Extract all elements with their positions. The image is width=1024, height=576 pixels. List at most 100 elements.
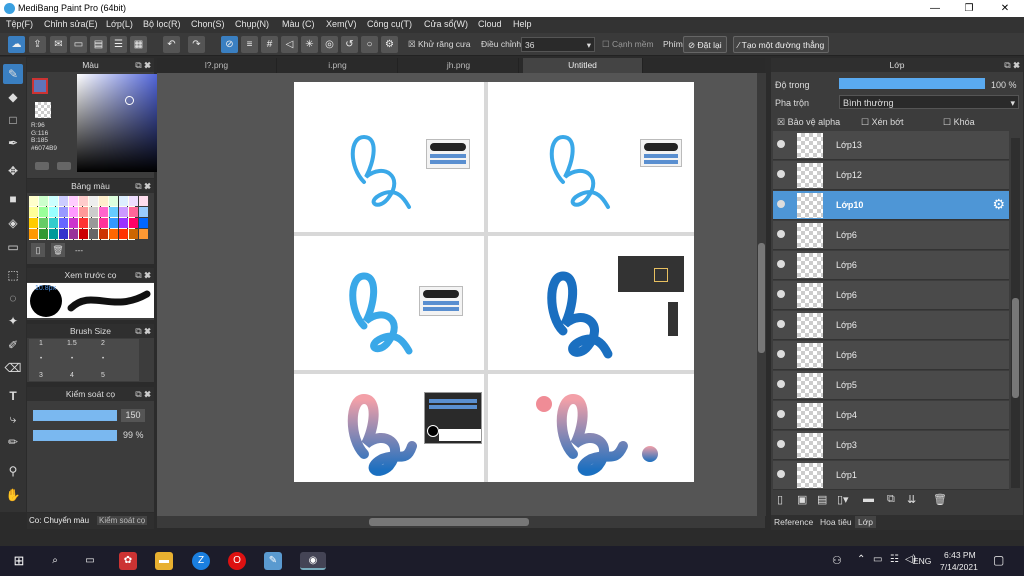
undo-icon[interactable]: ↶: [163, 36, 180, 53]
layer-scrollbar[interactable]: [1011, 138, 1020, 488]
tray-chevron-up-icon[interactable]: ⌃: [857, 554, 865, 565]
tab-brush-control[interactable]: Kiểm soát cọ: [97, 516, 148, 525]
eye-icon[interactable]: [777, 350, 785, 358]
tab-navigator[interactable]: Hoa tiêu: [820, 517, 852, 527]
pen-tool-icon[interactable]: ✒: [3, 133, 23, 153]
menu-cloud[interactable]: Cloud: [478, 19, 502, 29]
new-halftone-layer-icon[interactable]: ▣: [797, 493, 807, 506]
layer-row[interactable]: Lớp1: [773, 461, 1009, 490]
eye-icon[interactable]: [777, 440, 785, 448]
redo-icon[interactable]: ↷: [188, 36, 205, 53]
folder-icon[interactable]: ▬: [863, 493, 874, 505]
paint-icon[interactable]: ✎: [264, 552, 282, 570]
tab-layer[interactable]: Lớp: [855, 516, 877, 528]
picker-cursor[interactable]: [125, 96, 134, 105]
select-rect-icon[interactable]: ⬚: [3, 265, 23, 285]
grid-icon[interactable]: ▦: [130, 36, 147, 53]
fill-rect-tool-icon[interactable]: ■: [3, 189, 23, 209]
eye-icon[interactable]: [777, 140, 785, 148]
tab-gradient[interactable]: Co: Chuyển màu: [29, 516, 89, 525]
palette-swatches[interactable]: [29, 196, 148, 240]
eye-icon[interactable]: [777, 410, 785, 418]
blend-mode-select[interactable]: Bình thường ▾: [839, 95, 1019, 109]
foreground-color-swatch[interactable]: [32, 78, 48, 94]
layer-row[interactable]: Lớp12: [773, 161, 1009, 190]
eyedropper-icon[interactable]: ⚲: [3, 461, 23, 481]
clock-date[interactable]: 7/14/2021: [940, 562, 978, 572]
panel-controls-icon[interactable]: ⧉ ✖: [135, 268, 151, 282]
merge-layer-icon[interactable]: ⇊: [907, 493, 916, 506]
new-layer-icon[interactable]: ▯: [777, 493, 783, 506]
layer-row[interactable]: Lớp13: [773, 131, 1009, 160]
chat-icon[interactable]: ✉: [50, 36, 67, 53]
snap-settings-icon[interactable]: ⚙: [381, 36, 398, 53]
protect-alpha-checkbox[interactable]: ☒ Bảo vệ alpha: [777, 117, 840, 128]
eye-icon[interactable]: [777, 290, 785, 298]
snap-circle-icon[interactable]: ◎: [321, 36, 338, 53]
tab-doc-2[interactable]: i.png: [278, 58, 398, 73]
brush-opacity-slider[interactable]: [33, 430, 117, 441]
maximize-button[interactable]: ❐: [952, 0, 986, 17]
comment-icon[interactable]: ▭: [70, 36, 87, 53]
delete-layer-icon[interactable]: 🗑: [933, 493, 947, 506]
snap-grid-icon[interactable]: #: [261, 36, 278, 53]
menu-help[interactable]: Help: [513, 19, 532, 29]
saturation-value-picker[interactable]: [77, 74, 161, 172]
horizontal-scrollbar[interactable]: [157, 516, 765, 528]
snap-parallel-icon[interactable]: ≡: [241, 36, 258, 53]
canvas-paper[interactable]: [294, 82, 694, 482]
snap-ellipse-icon[interactable]: ○: [361, 36, 378, 53]
color-mode-button[interactable]: [35, 162, 49, 170]
notification-icon[interactable]: ▢: [993, 553, 1004, 567]
antialias-checkbox[interactable]: ☒ Khử răng cưa: [408, 39, 470, 50]
brush-size-value[interactable]: 150: [121, 409, 145, 422]
reset-button[interactable]: ⊘ Đặt lại: [683, 36, 727, 53]
doc-icon[interactable]: ▤: [90, 36, 107, 53]
language-indicator[interactable]: ENG: [913, 556, 931, 566]
app-icon-1[interactable]: ✿: [119, 552, 137, 570]
operation-tool-icon[interactable]: ⤷: [3, 409, 23, 429]
select-pen-icon[interactable]: ✐: [3, 335, 23, 355]
layer-opacity-slider[interactable]: [839, 78, 985, 89]
tab-reference[interactable]: Reference: [774, 517, 813, 527]
menu-view[interactable]: Xem(V): [326, 19, 357, 29]
color-swap-button[interactable]: [57, 162, 71, 170]
clipping-checkbox[interactable]: ☐ Xén bớt: [861, 117, 904, 128]
horizontal-scroll-thumb[interactable]: [369, 518, 529, 526]
vertical-scrollbar[interactable]: [757, 73, 766, 516]
snap-off-icon[interactable]: ⊘: [221, 36, 238, 53]
vertical-scroll-thumb[interactable]: [758, 243, 765, 353]
close-button[interactable]: ✕: [988, 0, 1022, 17]
tab-doc-1[interactable]: l?.png: [157, 58, 277, 73]
new-palette-icon[interactable]: ▯: [31, 243, 45, 257]
layer-row[interactable]: Lớp6: [773, 311, 1009, 340]
tab-doc-untitled[interactable]: Untitled: [523, 58, 643, 73]
eye-icon[interactable]: [777, 200, 785, 208]
list-icon[interactable]: ☰: [110, 36, 127, 53]
panel-controls-icon[interactable]: ⧉ ✖: [1004, 58, 1020, 72]
clock-time[interactable]: 6:43 PM: [944, 550, 976, 560]
snap-perspective-icon[interactable]: ◁: [281, 36, 298, 53]
layer-row[interactable]: Lớp6: [773, 341, 1009, 370]
brush-size-grid[interactable]: 1 1.5 2 • • • 3 4 5: [29, 339, 139, 381]
background-color-swatch[interactable]: [35, 102, 51, 118]
menu-window[interactable]: Cửa sổ(W): [424, 19, 468, 29]
new-8bit-layer-icon[interactable]: ▤: [817, 493, 827, 506]
lock-checkbox[interactable]: ☐ Khóa: [943, 117, 975, 128]
opera-icon[interactable]: O: [228, 552, 246, 570]
medibang-taskbar-icon[interactable]: ◉: [300, 552, 326, 570]
text-tool-icon[interactable]: T: [3, 386, 23, 406]
panel-controls-icon[interactable]: ⧉ ✖: [135, 58, 151, 72]
add-layer-dropdown-icon[interactable]: ▯▾: [837, 493, 849, 506]
task-view-icon[interactable]: ▭: [81, 552, 99, 570]
menu-tools[interactable]: Công cụ(T): [367, 19, 412, 29]
people-icon[interactable]: ⚇: [832, 554, 842, 567]
share-icon[interactable]: ⇪: [29, 36, 46, 53]
eye-icon[interactable]: [777, 170, 785, 178]
layer-row[interactable]: Lớp6: [773, 251, 1009, 280]
eye-icon[interactable]: [777, 380, 785, 388]
duplicate-layer-icon[interactable]: ⧉: [887, 493, 895, 506]
adjust-select[interactable]: 36 ▾: [521, 37, 595, 52]
cloud-icon[interactable]: ☁: [8, 36, 25, 53]
eye-icon[interactable]: [777, 320, 785, 328]
